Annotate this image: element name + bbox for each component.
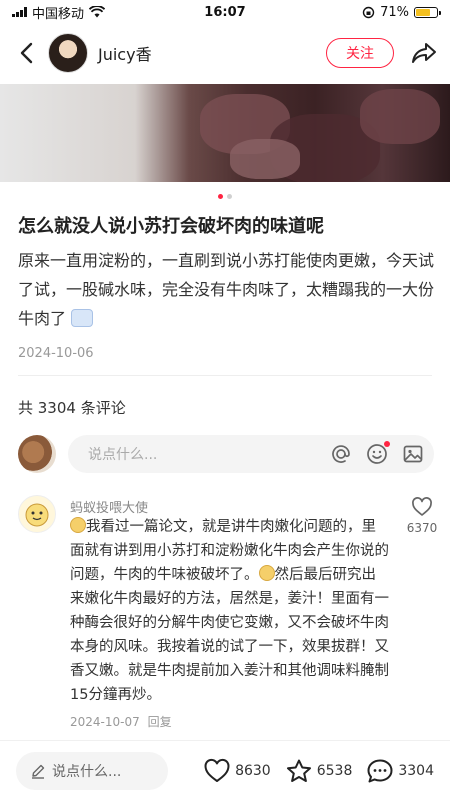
notification-dot [384,441,390,447]
bottom-input-placeholder: 说点什么... [52,763,122,780]
favorite-count: 6538 [316,762,353,779]
back-button[interactable] [12,39,40,67]
post-image[interactable] [0,84,450,182]
comment-like-button[interactable]: 6370 [404,497,440,535]
author-avatar[interactable] [48,33,88,73]
comment-button[interactable]: 3304 [366,758,434,784]
status-right: 71% [362,4,441,20]
status-bar: 中国移动 16:07 71% [0,0,450,24]
pager-dot-active [218,194,223,199]
battery-fill [416,8,431,16]
bottom-bar: 说点什么... 8630 6538 3304 [0,740,450,800]
heart-icon [412,497,432,516]
pager-dot [227,194,232,199]
share-button[interactable] [410,39,438,67]
heart-icon [204,758,230,782]
smile-sticker-icon [70,517,86,533]
post-title: 怎么就没人说小苏打会破坏肉的味道呢 [18,216,324,237]
comment-total-count: 3304 [398,762,434,779]
comment-meta: 2024-10-07 回复 [70,713,172,730]
at-icon [332,445,350,463]
pencil-icon [32,764,45,779]
comment-input[interactable]: 说点什么... [68,435,434,473]
comment-date: 2024-10-07 [70,715,140,729]
image-pager [0,194,450,199]
reply-button[interactable]: 回复 [148,715,172,729]
emoji-button[interactable] [366,441,390,465]
author-name[interactable]: Juicy香 [98,41,152,65]
commenter-avatar[interactable] [18,495,56,533]
my-avatar [18,435,56,473]
carrier-label: 中国移动 [32,6,85,22]
battery-percent: 71% [380,4,409,20]
cartoon-avatar-icon [25,503,49,527]
back-icon [20,42,33,64]
mention-button[interactable] [330,443,352,465]
post-header: Juicy香 关注 [0,26,450,80]
comment-text-part-2: 然后最后研究出来嫩化牛肉最好的方法，居然是，姜汁！里面有一种酶会很好的分解牛肉使… [70,567,389,703]
signal-icon [12,7,27,17]
follow-button[interactable]: 关注 [326,38,394,68]
engagement-actions: 8630 6538 3304 [203,758,434,784]
comment-text: 我看过一篇论文，就是讲牛肉嫩化问题的，里面就有讲到用小苏打和淀粉嫩化牛肉会产生你… [70,515,390,707]
orientation-lock-icon [362,6,375,18]
favorite-button[interactable]: 6538 [285,758,353,784]
post-body: 原来一直用淀粉的，一直刷到说小苏打能使肉更嫩，今天试了试，一股碱水味，完全没有牛… [18,246,438,333]
battery-icon [414,6,441,18]
comment-input-tools [330,441,424,465]
image-icon [403,445,423,463]
image-detail [360,89,440,144]
star-icon [286,759,311,782]
comment-like-count: 6370 [406,521,438,535]
comment-icon [367,759,393,782]
smile-sticker-icon [258,565,275,581]
divider [18,375,432,376]
image-detail [230,139,300,179]
like-count: 8630 [235,762,271,779]
status-left: 中国移动 [12,3,106,22]
like-button[interactable]: 8630 [203,758,271,784]
comment-count: 共 3304 条评论 [18,399,126,417]
image-button[interactable] [402,443,424,465]
sad-sticker-icon [71,309,94,327]
comment-input-placeholder: 说点什么... [88,447,158,463]
comment-author[interactable]: 蚂蚁投喂大使 [70,497,148,516]
wifi-icon [89,6,106,18]
post-date: 2024-10-06 [18,346,94,361]
bottom-comment-input[interactable]: 说点什么... [16,751,168,790]
share-icon [412,43,436,63]
